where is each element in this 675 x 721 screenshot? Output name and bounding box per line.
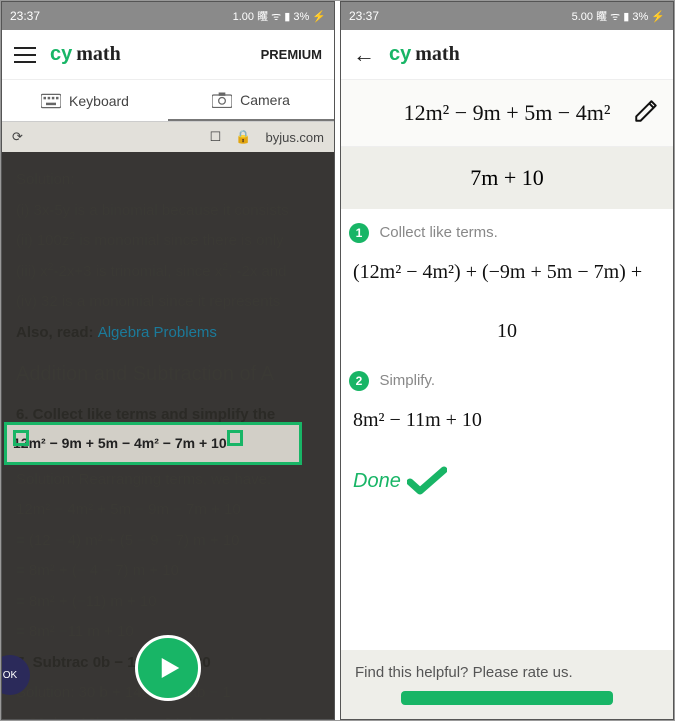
logo: cymath [50, 43, 125, 66]
browser-bar: ⟳ ☐ 🔒 byjus.com [2, 122, 334, 152]
camera-icon [212, 92, 232, 108]
step-2[interactable]: 2 Simplify. [349, 371, 665, 391]
rate-prompt: Find this helpful? Please rate us. [341, 650, 673, 719]
clock: 23:37 [349, 9, 379, 23]
capture-rectangle[interactable]: 12m² − 9m + 5m − 4m² − 7m + 10 [4, 422, 302, 465]
step-1[interactable]: 1 Collect like terms. [349, 223, 665, 243]
menu-icon[interactable] [14, 47, 36, 63]
keyboard-icon [41, 93, 61, 109]
app-bar: ← cymath [341, 30, 673, 80]
rate-text: Find this helpful? Please rate us. [355, 664, 659, 681]
status-icons: 1.00 䂄 ᯤ ▮ 3% ⚡ [233, 8, 326, 24]
back-button[interactable]: ← [353, 42, 375, 68]
url-text: byjus.com [265, 130, 324, 145]
expression-text: 12m² − 9m + 5m − 4m² [404, 100, 611, 125]
camera-view: ⟳ ☐ 🔒 byjus.com Solution: (i) 3x-5y is a… [2, 122, 334, 719]
lock-icon: 🔒 [235, 129, 251, 145]
step-1-mathb: 10 [349, 302, 665, 361]
done-indicator: Done [349, 450, 665, 504]
capture-button[interactable] [135, 635, 201, 701]
logo: cymath [389, 43, 464, 66]
status-icons: 5.00 䂄 ᯤ ▮ 3% ⚡ [572, 8, 665, 24]
step-1-math: (12m² − 4m²) + (−9m + 5m − 7m) + [349, 243, 665, 302]
pencil-icon [633, 98, 659, 124]
tab-keyboard-label: Keyboard [69, 93, 129, 109]
step-2-math: 8m² − 11m + 10 [349, 391, 665, 450]
clock: 23:37 [10, 9, 40, 23]
status-bar: 23:37 1.00 䂄 ᯤ ▮ 3% ⚡ [2, 2, 334, 30]
page-content: Solution: (i) 3x-5y is a binomial becaus… [2, 152, 334, 719]
refresh-icon: ⟳ [12, 129, 23, 145]
step-number: 2 [349, 371, 369, 391]
tab-keyboard[interactable]: Keyboard [2, 80, 168, 121]
bookmark-icon: ☐ [210, 129, 222, 145]
tab-camera-label: Camera [240, 92, 290, 108]
tab-camera[interactable]: Camera [168, 80, 334, 121]
checkmark-icon [407, 466, 447, 496]
result-expression: 7m + 10 [341, 147, 673, 209]
input-expression: 12m² − 9m + 5m − 4m² [341, 80, 673, 147]
solution-steps: 1 Collect like terms. (12m² − 4m²) + (−9… [341, 209, 673, 650]
premium-button[interactable]: PREMIUM [261, 47, 322, 62]
camera-screen: 23:37 1.00 䂄 ᯤ ▮ 3% ⚡ cymath PREMIUM Key… [1, 1, 335, 720]
edit-button[interactable] [633, 98, 659, 130]
solution-screen: 23:37 5.00 䂄 ᯤ ▮ 3% ⚡ ← cymath 12m² − 9m… [340, 1, 674, 720]
app-bar: cymath PREMIUM [2, 30, 334, 80]
rate-button[interactable] [401, 691, 614, 705]
step-label: Simplify. [379, 372, 435, 389]
status-bar: 23:37 5.00 䂄 ᯤ ▮ 3% ⚡ [341, 2, 673, 30]
step-number: 1 [349, 223, 369, 243]
input-mode-tabs: Keyboard Camera [2, 80, 334, 122]
play-icon [153, 653, 183, 683]
step-label: Collect like terms. [379, 224, 497, 241]
